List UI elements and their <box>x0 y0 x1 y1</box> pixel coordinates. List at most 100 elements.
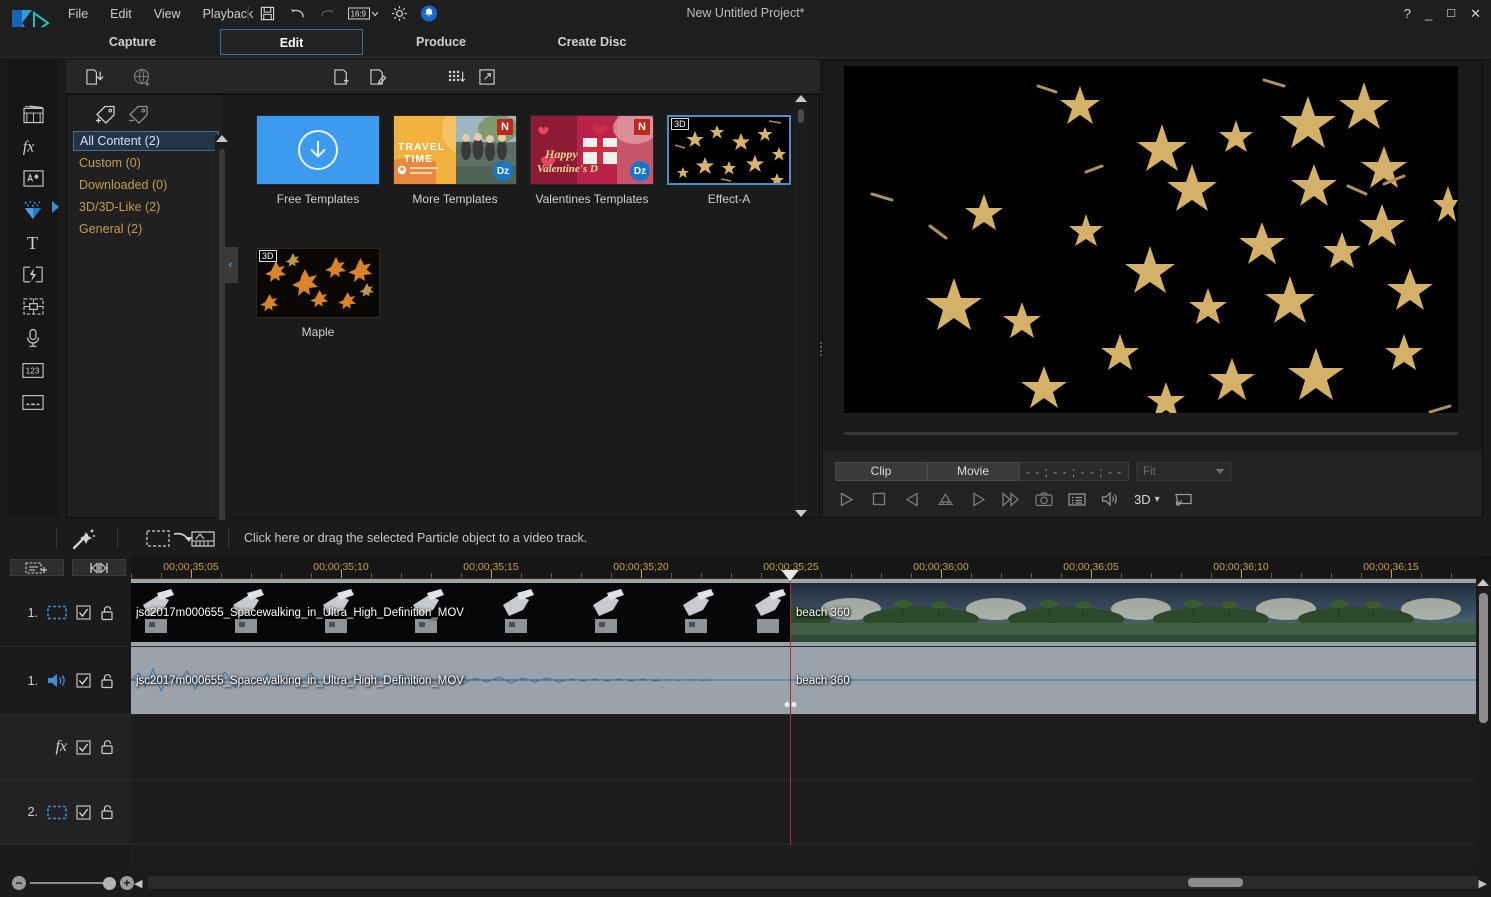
snapshot-camera-icon[interactable] <box>1033 488 1055 510</box>
next-frame-icon[interactable] <box>967 488 989 510</box>
tab-create-disc[interactable]: Create Disc <box>522 29 662 55</box>
video-track-icon[interactable] <box>47 605 67 620</box>
volume-speaker-icon[interactable] <box>1099 488 1121 510</box>
track-area-audio-1[interactable]: jsc2017m000655_Spacewalking_in_Ultra_Hig… <box>131 647 1476 715</box>
fast-forward-icon[interactable] <box>1000 488 1022 510</box>
track-area-fx[interactable] <box>131 715 1476 780</box>
track-header-video-1[interactable]: 1. <box>0 579 131 647</box>
timeline-clip-beach[interactable]: beach 360 <box>791 579 1476 646</box>
track-manager-icon[interactable] <box>10 559 64 576</box>
category-3d-like[interactable]: 3D/3D-Like (2) <box>73 198 219 217</box>
timeline-vertical-scrollbar[interactable] <box>1476 579 1491 879</box>
scroll-left-arrow[interactable]: ◀ <box>134 877 142 890</box>
track-enable-checkbox[interactable] <box>76 739 91 755</box>
play-icon[interactable] <box>835 488 857 510</box>
scrollbar-thumb[interactable] <box>219 149 225 527</box>
magic-wand-icon[interactable] <box>70 527 96 551</box>
track-lock-icon[interactable] <box>100 739 114 755</box>
zoom-in-button[interactable]: + <box>120 876 134 890</box>
download-content-icon[interactable] <box>131 67 153 87</box>
preview-mode-movie[interactable]: Movie <box>927 462 1019 481</box>
thumbnail[interactable]: 3D <box>256 248 380 318</box>
category-general[interactable]: General (2) <box>73 220 219 239</box>
audio-track-icon[interactable] <box>47 673 67 688</box>
library-item-more-templates[interactable]: TRAVEL TIME N Dz More Templates <box>393 115 517 206</box>
playhead-scrubber-handle[interactable] <box>784 701 797 708</box>
library-item-effect-a[interactable]: 3D Effect-A <box>667 115 791 206</box>
video-track-icon[interactable] <box>47 805 67 820</box>
scrubber-track[interactable] <box>844 432 1458 435</box>
sidebar-scrollbar[interactable] <box>215 135 229 551</box>
scroll-up-arrow[interactable] <box>1477 579 1489 586</box>
track-lock-icon[interactable] <box>100 605 114 621</box>
menu-edit[interactable]: Edit <box>110 7 132 21</box>
track-enable-checkbox[interactable] <box>76 605 91 620</box>
library-item-maple[interactable]: 3D Maple <box>256 248 380 339</box>
track-header-audio-1[interactable]: 1. <box>0 647 131 715</box>
track-lock-icon[interactable] <box>100 804 114 820</box>
settings-gear-icon[interactable] <box>390 5 408 23</box>
preview-mode-clip[interactable]: Clip <box>835 462 927 481</box>
playhead-handle[interactable] <box>781 570 799 581</box>
scrollbar-thumb[interactable] <box>798 109 804 123</box>
previous-frame-icon[interactable] <box>901 488 923 510</box>
category-custom[interactable]: Custom (0) <box>73 154 219 173</box>
track-header-fx[interactable]: fx <box>0 715 131 780</box>
track-enable-checkbox[interactable] <box>76 673 91 688</box>
close-button[interactable]: ✕ <box>1470 6 1481 22</box>
playback-list-icon[interactable] <box>1066 488 1088 510</box>
new-folder-icon[interactable] <box>331 67 353 87</box>
menu-playback[interactable]: Playback <box>203 7 254 21</box>
add-tag-icon[interactable] <box>93 103 123 125</box>
help-button[interactable]: ? <box>1404 6 1411 21</box>
preview-timecode[interactable]: - - ; - - ; - - ; - - <box>1019 462 1129 481</box>
preview-fit-dropdown[interactable]: Fit <box>1136 462 1232 481</box>
track-area-video-2[interactable] <box>131 780 1476 845</box>
free-view-icon[interactable] <box>1173 488 1195 510</box>
scroll-up-arrow[interactable] <box>216 135 228 142</box>
stop-icon[interactable] <box>868 488 890 510</box>
three-d-toggle[interactable]: 3D ▾ <box>1134 492 1160 507</box>
sort-grid-icon[interactable] <box>446 67 468 87</box>
aspect-ratio-icon[interactable]: 16:9 <box>348 5 378 23</box>
step-icon[interactable] <box>934 488 956 510</box>
edit-folder-icon[interactable] <box>367 67 389 87</box>
scrollbar-thumb[interactable] <box>1479 593 1488 723</box>
playhead-line[interactable] <box>790 579 791 845</box>
track-enable-checkbox[interactable] <box>76 804 91 820</box>
tab-produce[interactable]: Produce <box>372 29 510 55</box>
category-all-content[interactable]: All Content (2) <box>73 131 219 151</box>
thumbnail[interactable]: TRAVEL TIME N Dz <box>393 115 517 185</box>
menu-view[interactable]: View <box>154 7 181 21</box>
thumbnail[interactable] <box>256 115 380 185</box>
scroll-up-arrow[interactable] <box>795 95 807 102</box>
timeline-ruler[interactable]: 00;00;35;05 00;00;35;10 00;00;35;15 00;0… <box>131 556 1476 579</box>
marker-icon[interactable] <box>72 559 126 576</box>
notification-bell-icon[interactable] <box>420 5 438 23</box>
thumbnail[interactable]: 3D <box>667 115 791 185</box>
thumbnail[interactable]: Happy Valentine's D N Dz <box>530 115 654 185</box>
remove-tag-icon[interactable] <box>126 103 156 125</box>
timeline-horizontal-scrollbar[interactable] <box>148 876 1478 889</box>
library-item-valentines-templates[interactable]: Happy Valentine's D N Dz Valentines Temp… <box>530 115 654 206</box>
timeline-clip-audio-beach[interactable]: beach 360 <box>791 647 1476 714</box>
maximize-button[interactable]: ☐ <box>1446 7 1456 20</box>
timeline-zoom-slider[interactable]: − + <box>8 876 134 890</box>
scroll-down-arrow[interactable] <box>795 510 807 517</box>
category-downloaded[interactable]: Downloaded (0) <box>73 176 219 195</box>
add-to-timeline-icon[interactable] <box>146 527 216 551</box>
timeline-clip-space[interactable]: jsc2017m000655_Spacewalking_in_Ultra_Hig… <box>131 579 791 646</box>
preview-scrubber[interactable] <box>844 425 1458 441</box>
library-item-free-templates[interactable]: Free Templates <box>256 115 380 206</box>
zoom-knob[interactable] <box>103 877 116 890</box>
zoom-out-button[interactable]: − <box>12 876 26 890</box>
collapse-sidebar-button[interactable]: ‹ <box>223 247 238 283</box>
menu-file[interactable]: File <box>68 7 88 21</box>
timeline-clip-audio-space[interactable]: jsc2017m000655_Spacewalking_in_Ultra_Hig… <box>131 647 791 714</box>
scroll-right-arrow[interactable]: ▶ <box>1479 877 1487 890</box>
expand-library-icon[interactable] <box>476 67 498 87</box>
preview-video[interactable] <box>844 66 1458 413</box>
library-scrollbar[interactable] <box>794 95 808 517</box>
track-lock-icon[interactable] <box>100 673 114 689</box>
track-header-video-2[interactable]: 2. <box>0 780 131 845</box>
